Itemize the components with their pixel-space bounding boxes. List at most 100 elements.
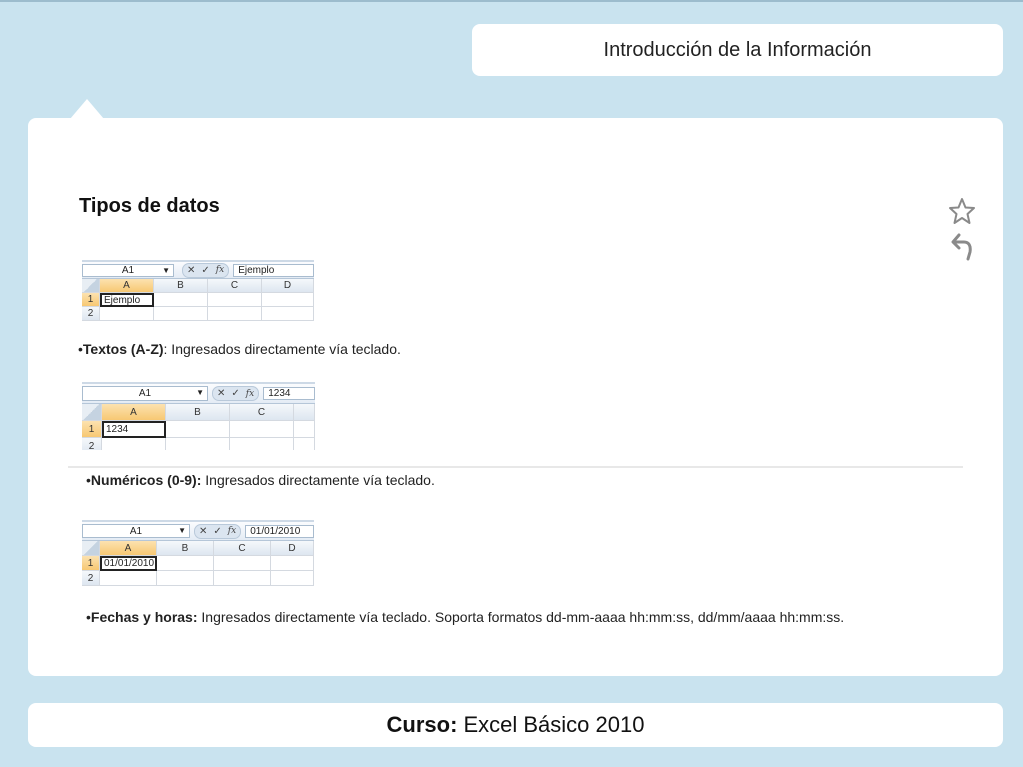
column-header[interactable]: B — [166, 404, 230, 421]
cell[interactable] — [214, 556, 271, 571]
column-header[interactable]: C — [208, 279, 262, 293]
formula-bar: A1 ▼ ✕ ✓ fx 1234 — [82, 384, 315, 404]
divider — [68, 466, 963, 468]
header-card: Introducción de la Información — [472, 24, 1003, 76]
bullet-fechas: •Fechas y horas: Ingresados directamente… — [86, 609, 845, 625]
enter-icon[interactable]: ✓ — [201, 265, 209, 276]
page-title: Introducción de la Información — [603, 38, 872, 61]
cell[interactable] — [230, 421, 294, 438]
back-arrow-icon[interactable] — [948, 230, 976, 262]
name-box[interactable]: A1 ▼ — [82, 386, 208, 401]
enter-icon[interactable]: ✓ — [231, 388, 239, 399]
excel-snippet-date: A1 ▼ ✕ ✓ fx 01/01/2010 A B C D 1 01/01/2… — [82, 520, 314, 592]
cell-a1[interactable]: 01/01/2010 — [100, 556, 157, 571]
cell-a1[interactable]: 1234 — [102, 421, 166, 438]
cell[interactable] — [294, 421, 315, 438]
bullet-text: : Ingresados directamente vía teclado. — [163, 341, 401, 357]
formula-buttons: ✕ ✓ fx — [182, 262, 230, 278]
cell[interactable] — [294, 438, 315, 450]
formula-value[interactable]: 01/01/2010 — [245, 524, 314, 538]
cell[interactable] — [166, 421, 230, 438]
enter-icon[interactable]: ✓ — [213, 526, 221, 537]
cell[interactable] — [157, 571, 214, 586]
cell-a1[interactable]: Ejemplo — [100, 293, 154, 307]
column-header-row: A B C — [82, 404, 315, 421]
section-title: Tipos de datos — [79, 195, 220, 217]
course-name: Excel Básico 2010 — [463, 712, 645, 737]
column-header[interactable]: A — [100, 541, 157, 556]
cell[interactable] — [271, 556, 314, 571]
excel-snippet-number: A1 ▼ ✕ ✓ fx 1234 A B C 1 1234 2 — [82, 382, 315, 450]
cell[interactable] — [214, 571, 271, 586]
row-header[interactable]: 1 — [82, 421, 102, 438]
column-header[interactable]: B — [154, 279, 208, 293]
row-header[interactable]: 2 — [82, 438, 102, 450]
formula-value[interactable]: 1234 — [263, 387, 315, 400]
main-card-notch — [70, 99, 104, 119]
column-header[interactable]: D — [262, 279, 314, 293]
cancel-icon[interactable]: ✕ — [199, 526, 207, 537]
bullet-text: Ingresados directamente vía teclado. — [201, 472, 435, 488]
sheet-row: 1 1234 — [82, 421, 315, 438]
sheet-row: 2 — [82, 571, 314, 586]
formula-value[interactable]: Ejemplo — [233, 263, 314, 277]
bullet-textos: •Textos (A-Z): Ingresados directamente v… — [78, 341, 401, 357]
sheet-row: 1 01/01/2010 — [82, 556, 314, 571]
bullet-numericos: •Numéricos (0-9): Ingresados directament… — [86, 472, 435, 488]
function-icon[interactable]: fx — [216, 265, 224, 275]
dropdown-arrow-icon: ▼ — [162, 265, 170, 275]
formula-buttons: ✕ ✓ fx — [194, 523, 242, 539]
footer-label: Curso: — [386, 712, 458, 737]
cell[interactable] — [166, 438, 230, 450]
formula-buttons: ✕ ✓ fx — [212, 386, 260, 401]
bullet-label: Numéricos (0-9): — [90, 472, 202, 488]
dropdown-arrow-icon: ▼ — [178, 526, 186, 535]
excel-snippet-text: A1 ▼ ✕ ✓ fx Ejemplo A B C D 1 Ejemplo 2 — [82, 260, 314, 328]
cell[interactable] — [271, 571, 314, 586]
cell[interactable] — [102, 438, 166, 450]
row-header[interactable]: 1 — [82, 293, 100, 307]
row-header[interactable]: 1 — [82, 556, 100, 571]
cancel-icon[interactable]: ✕ — [217, 388, 225, 399]
cell[interactable] — [262, 293, 314, 307]
formula-bar: A1 ▼ ✕ ✓ fx Ejemplo — [82, 262, 314, 279]
cell[interactable] — [208, 293, 262, 307]
cell[interactable] — [100, 307, 154, 321]
footer-card: Curso: Excel Básico 2010 — [28, 703, 1003, 747]
select-all-corner[interactable] — [82, 279, 100, 293]
top-border — [0, 0, 1023, 2]
column-header[interactable]: A — [100, 279, 154, 293]
column-header[interactable]: A — [102, 404, 166, 421]
column-header[interactable]: D — [271, 541, 314, 556]
name-box[interactable]: A1 ▼ — [82, 263, 174, 277]
select-all-corner[interactable] — [82, 541, 100, 556]
select-all-corner[interactable] — [82, 404, 102, 421]
sheet-row: 2 — [82, 438, 315, 450]
sheet-row: 2 — [82, 307, 314, 321]
sheet-row: 1 Ejemplo — [82, 293, 314, 307]
cell[interactable] — [157, 556, 214, 571]
column-header-partial — [294, 404, 315, 421]
cell[interactable] — [100, 571, 157, 586]
cell[interactable] — [262, 307, 314, 321]
row-header[interactable]: 2 — [82, 571, 100, 586]
cell[interactable] — [208, 307, 262, 321]
cell[interactable] — [154, 307, 208, 321]
bullet-label: Fechas y horas: — [90, 609, 198, 625]
bullet-text: Ingresados directamente vía teclado. Sop… — [197, 609, 845, 625]
formula-bar: A1 ▼ ✕ ✓ fx 01/01/2010 — [82, 522, 314, 541]
dropdown-arrow-icon: ▼ — [196, 388, 204, 397]
cell[interactable] — [230, 438, 294, 450]
row-header[interactable]: 2 — [82, 307, 100, 321]
star-icon[interactable] — [948, 197, 976, 225]
function-icon[interactable]: fx — [246, 389, 254, 399]
cancel-icon[interactable]: ✕ — [187, 265, 195, 276]
name-box[interactable]: A1 ▼ — [82, 524, 190, 538]
column-header[interactable]: C — [230, 404, 294, 421]
column-header[interactable]: B — [157, 541, 214, 556]
column-header[interactable]: C — [214, 541, 271, 556]
column-header-row: A B C D — [82, 541, 314, 556]
bullet-label: Textos (A-Z) — [82, 341, 164, 357]
cell[interactable] — [154, 293, 208, 307]
function-icon[interactable]: fx — [228, 526, 236, 536]
